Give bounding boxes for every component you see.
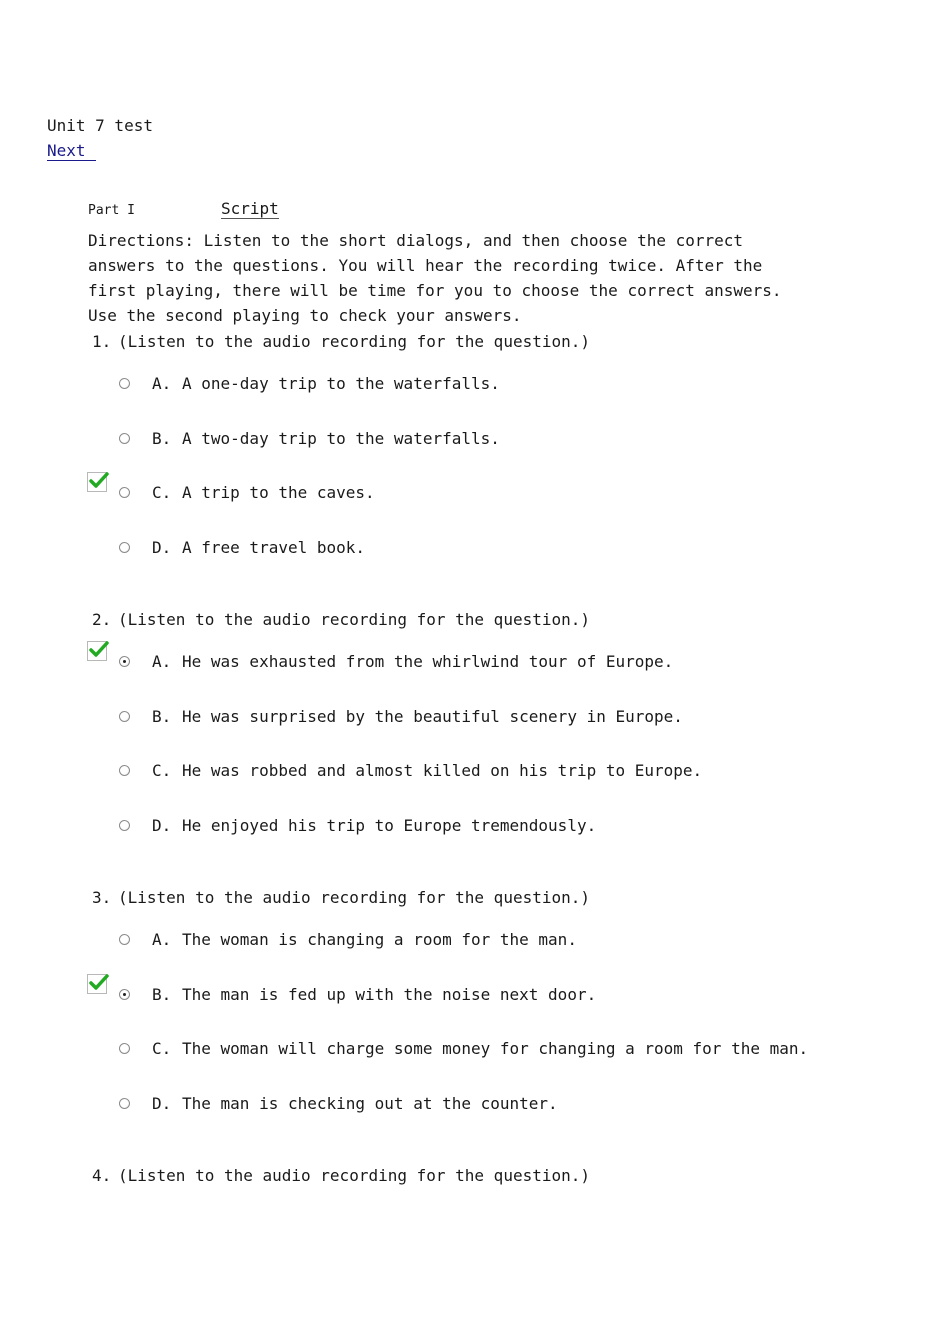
check-mark-icon (87, 472, 109, 492)
radio-button-icon[interactable] (119, 820, 130, 831)
option-letter: C. (152, 483, 172, 502)
radio-button-icon[interactable] (119, 433, 130, 444)
question-prompt: (Listen to the audio recording for the q… (118, 610, 591, 629)
option-text[interactable]: The woman will charge some money for cha… (182, 1039, 808, 1058)
option-letter: D. (152, 816, 172, 835)
option-letter: C. (152, 761, 172, 780)
question-number: 2. (92, 610, 112, 629)
radio-button-icon[interactable] (119, 378, 130, 389)
question-prompt: (Listen to the audio recording for the q… (118, 888, 591, 907)
question-prompt: (Listen to the audio recording for the q… (118, 1166, 591, 1185)
option-text[interactable]: The man is fed up with the noise next do… (182, 985, 596, 1004)
check-mark-icon (87, 974, 109, 994)
next-link[interactable]: Next (47, 141, 96, 161)
option-letter: C. (152, 1039, 172, 1058)
radio-button-icon[interactable] (119, 542, 130, 553)
option-text[interactable]: A two-day trip to the waterfalls. (182, 429, 500, 448)
radio-button-icon[interactable] (119, 934, 130, 945)
option-letter: D. (152, 538, 172, 557)
option-letter: A. (152, 652, 172, 671)
option-text[interactable]: The man is checking out at the counter. (182, 1094, 558, 1113)
option-letter: B. (152, 985, 172, 1004)
question-number: 1. (92, 332, 112, 351)
radio-button-icon[interactable] (119, 656, 130, 667)
question-prompt: (Listen to the audio recording for the q… (118, 332, 591, 351)
option-text[interactable]: A free travel book. (182, 538, 365, 557)
script-link[interactable]: Script (221, 199, 279, 219)
option-text[interactable]: A one-day trip to the waterfalls. (182, 374, 500, 393)
option-text[interactable]: He was surprised by the beautiful scener… (182, 707, 683, 726)
check-mark-icon (87, 641, 109, 661)
option-letter: B. (152, 707, 172, 726)
option-letter: D. (152, 1094, 172, 1113)
radio-button-icon[interactable] (119, 989, 130, 1000)
directions-text: Directions: Listen to the short dialogs,… (88, 231, 782, 325)
option-text[interactable]: He was exhausted from the whirlwind tour… (182, 652, 673, 671)
radio-button-icon[interactable] (119, 765, 130, 776)
radio-button-icon[interactable] (119, 711, 130, 722)
option-letter: A. (152, 374, 172, 393)
part-label: Part I (88, 203, 135, 218)
question-number: 3. (92, 888, 112, 907)
radio-button-icon[interactable] (119, 1043, 130, 1054)
radio-button-icon[interactable] (119, 1098, 130, 1109)
page-title: Unit 7 test (47, 116, 153, 135)
option-text[interactable]: He was robbed and almost killed on his t… (182, 761, 702, 780)
radio-button-icon[interactable] (119, 487, 130, 498)
option-letter: A. (152, 930, 172, 949)
option-letter: B. (152, 429, 172, 448)
question-number: 4. (92, 1166, 112, 1185)
option-text[interactable]: The woman is changing a room for the man… (182, 930, 577, 949)
option-text[interactable]: He enjoyed his trip to Europe tremendous… (182, 816, 596, 835)
option-text[interactable]: A trip to the caves. (182, 483, 375, 502)
